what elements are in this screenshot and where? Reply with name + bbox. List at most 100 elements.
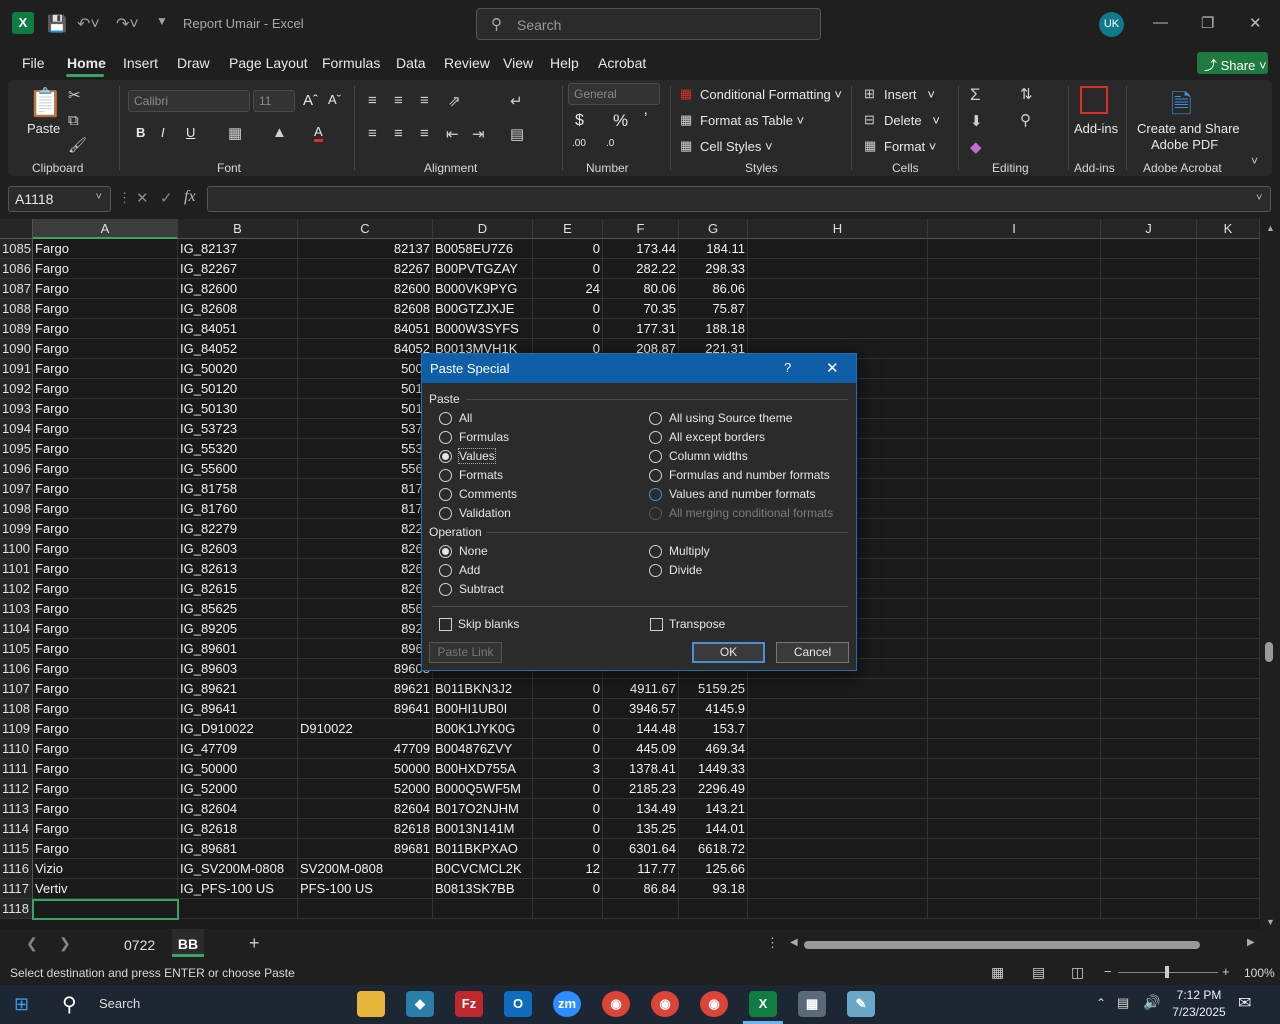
cell-a[interactable]: Fargo [33, 439, 178, 459]
outlook-icon[interactable]: O [504, 991, 532, 1017]
decrease-decimal-icon[interactable]: .0 [606, 138, 614, 149]
cell-j[interactable] [1101, 899, 1197, 919]
cell-k[interactable] [1197, 739, 1260, 759]
cell-a[interactable]: Fargo [33, 379, 178, 399]
row-number[interactable]: 1090 [0, 339, 33, 359]
cell-f[interactable]: 134.49 [603, 799, 679, 819]
paste-values-and-number-formats-radio[interactable] [649, 488, 662, 501]
cell-h[interactable] [748, 859, 928, 879]
cancel-button[interactable]: Cancel [776, 642, 849, 663]
cell-h[interactable] [748, 279, 928, 299]
cell-d[interactable]: B0058EU7Z6 [433, 239, 533, 259]
tab-help[interactable]: Help [550, 55, 579, 71]
cell-c[interactable]: 8261 [298, 559, 433, 579]
cell-a[interactable]: Fargo [33, 519, 178, 539]
cell-e[interactable]: 0 [533, 679, 603, 699]
cell-c[interactable]: 84051 [298, 319, 433, 339]
operation-none-radio[interactable] [439, 545, 452, 558]
cell-k[interactable] [1197, 559, 1260, 579]
cell-b[interactable]: IG_50130 [178, 399, 298, 419]
cell-c[interactable]: 89603 [298, 659, 433, 679]
cell-j[interactable] [1101, 579, 1197, 599]
start-icon[interactable]: ⊞ [14, 994, 29, 1015]
cell-j[interactable] [1101, 459, 1197, 479]
cell-b[interactable]: IG_55600 [178, 459, 298, 479]
create-share-label-2[interactable]: Adobe PDF [1151, 137, 1218, 152]
cell-j[interactable] [1101, 499, 1197, 519]
cell-j[interactable] [1101, 419, 1197, 439]
cell-b[interactable]: IG_84052 [178, 339, 298, 359]
cell-e[interactable]: 0 [533, 879, 603, 899]
zoom-slider-thumb[interactable] [1165, 966, 1169, 978]
operation-multiply-radio[interactable] [649, 545, 662, 558]
customize-qat-icon[interactable]: ▼ [156, 14, 168, 28]
cell-a[interactable]: Fargo [33, 679, 178, 699]
avatar[interactable]: UK [1099, 12, 1124, 37]
cell-k[interactable] [1197, 759, 1260, 779]
skip-blanks-checkbox[interactable] [439, 618, 452, 631]
tab-data[interactable]: Data [396, 55, 426, 71]
cell-k[interactable] [1197, 819, 1260, 839]
cell-i[interactable] [928, 479, 1101, 499]
format-painter-icon[interactable]: 🖌 [68, 136, 87, 154]
cell-e[interactable]: 3 [533, 759, 603, 779]
app-icon-diamond[interactable]: ◆ [406, 991, 434, 1017]
column-header-g[interactable]: G [679, 219, 748, 239]
cancel-entry-icon[interactable]: ✕ [136, 189, 149, 207]
cell-e[interactable]: 0 [533, 299, 603, 319]
cell-j[interactable] [1101, 299, 1197, 319]
align-middle-icon[interactable]: ≡ [394, 92, 403, 109]
row-number[interactable]: 1091 [0, 359, 33, 379]
cell-a[interactable]: Fargo [33, 839, 178, 859]
cell-f[interactable]: 282.22 [603, 259, 679, 279]
addins-icon[interactable] [1080, 86, 1108, 114]
cell-j[interactable] [1101, 619, 1197, 639]
cell-b[interactable]: IG_50020 [178, 359, 298, 379]
cell-d[interactable]: B00K1JYK0G [433, 719, 533, 739]
cell-k[interactable] [1197, 319, 1260, 339]
align-bottom-icon[interactable]: ≡ [420, 92, 429, 109]
row-number[interactable]: 1097 [0, 479, 33, 499]
cell-h[interactable] [748, 759, 928, 779]
taskbar-date[interactable]: 7/23/2025 [1168, 1005, 1230, 1019]
cell-k[interactable] [1197, 719, 1260, 739]
cell-f[interactable] [603, 899, 679, 919]
cell-a[interactable]: Fargo [33, 299, 178, 319]
cell-k[interactable] [1197, 659, 1260, 679]
cell-k[interactable] [1197, 339, 1260, 359]
cell-i[interactable] [928, 379, 1101, 399]
cell-b[interactable]: IG_84051 [178, 319, 298, 339]
cell-b[interactable]: IG_50000 [178, 759, 298, 779]
help-icon[interactable]: ? [784, 360, 791, 375]
cell-c[interactable]: 8260 [298, 539, 433, 559]
cell-g[interactable]: 125.66 [679, 859, 748, 879]
cell-i[interactable] [928, 779, 1101, 799]
cell-h[interactable] [748, 739, 928, 759]
zoom-app-icon[interactable]: zm [553, 991, 581, 1017]
cell-b[interactable]: IG_89601 [178, 639, 298, 659]
font-name-combo[interactable]: Calibri [128, 90, 250, 112]
chrome-icon[interactable]: ◉ [602, 991, 630, 1017]
row-number[interactable]: 1112 [0, 779, 33, 799]
minimize-icon[interactable]: — [1153, 14, 1168, 31]
cell-b[interactable]: IG_82615 [178, 579, 298, 599]
paste-formulas-and-number-formats-radio[interactable] [649, 469, 662, 482]
cell-j[interactable] [1101, 759, 1197, 779]
cell-i[interactable] [928, 859, 1101, 879]
column-header-e[interactable]: E [533, 219, 603, 239]
cell-k[interactable] [1197, 639, 1260, 659]
cell-j[interactable] [1101, 559, 1197, 579]
transpose-checkbox[interactable] [650, 618, 663, 631]
cell-c[interactable]: 8176 [298, 499, 433, 519]
cell-i[interactable] [928, 799, 1101, 819]
cell-i[interactable] [928, 639, 1101, 659]
paste-comments-radio[interactable] [439, 488, 452, 501]
cell-a[interactable]: Fargo [33, 259, 178, 279]
cell-f[interactable]: 70.35 [603, 299, 679, 319]
cell-j[interactable] [1101, 379, 1197, 399]
taskbar-search-label[interactable]: Search [99, 996, 140, 1011]
zoom-out-icon[interactable]: − [1104, 964, 1112, 979]
name-box[interactable]: A1118 ˅ [8, 186, 111, 212]
cell-k[interactable] [1197, 879, 1260, 899]
cell-k[interactable] [1197, 699, 1260, 719]
